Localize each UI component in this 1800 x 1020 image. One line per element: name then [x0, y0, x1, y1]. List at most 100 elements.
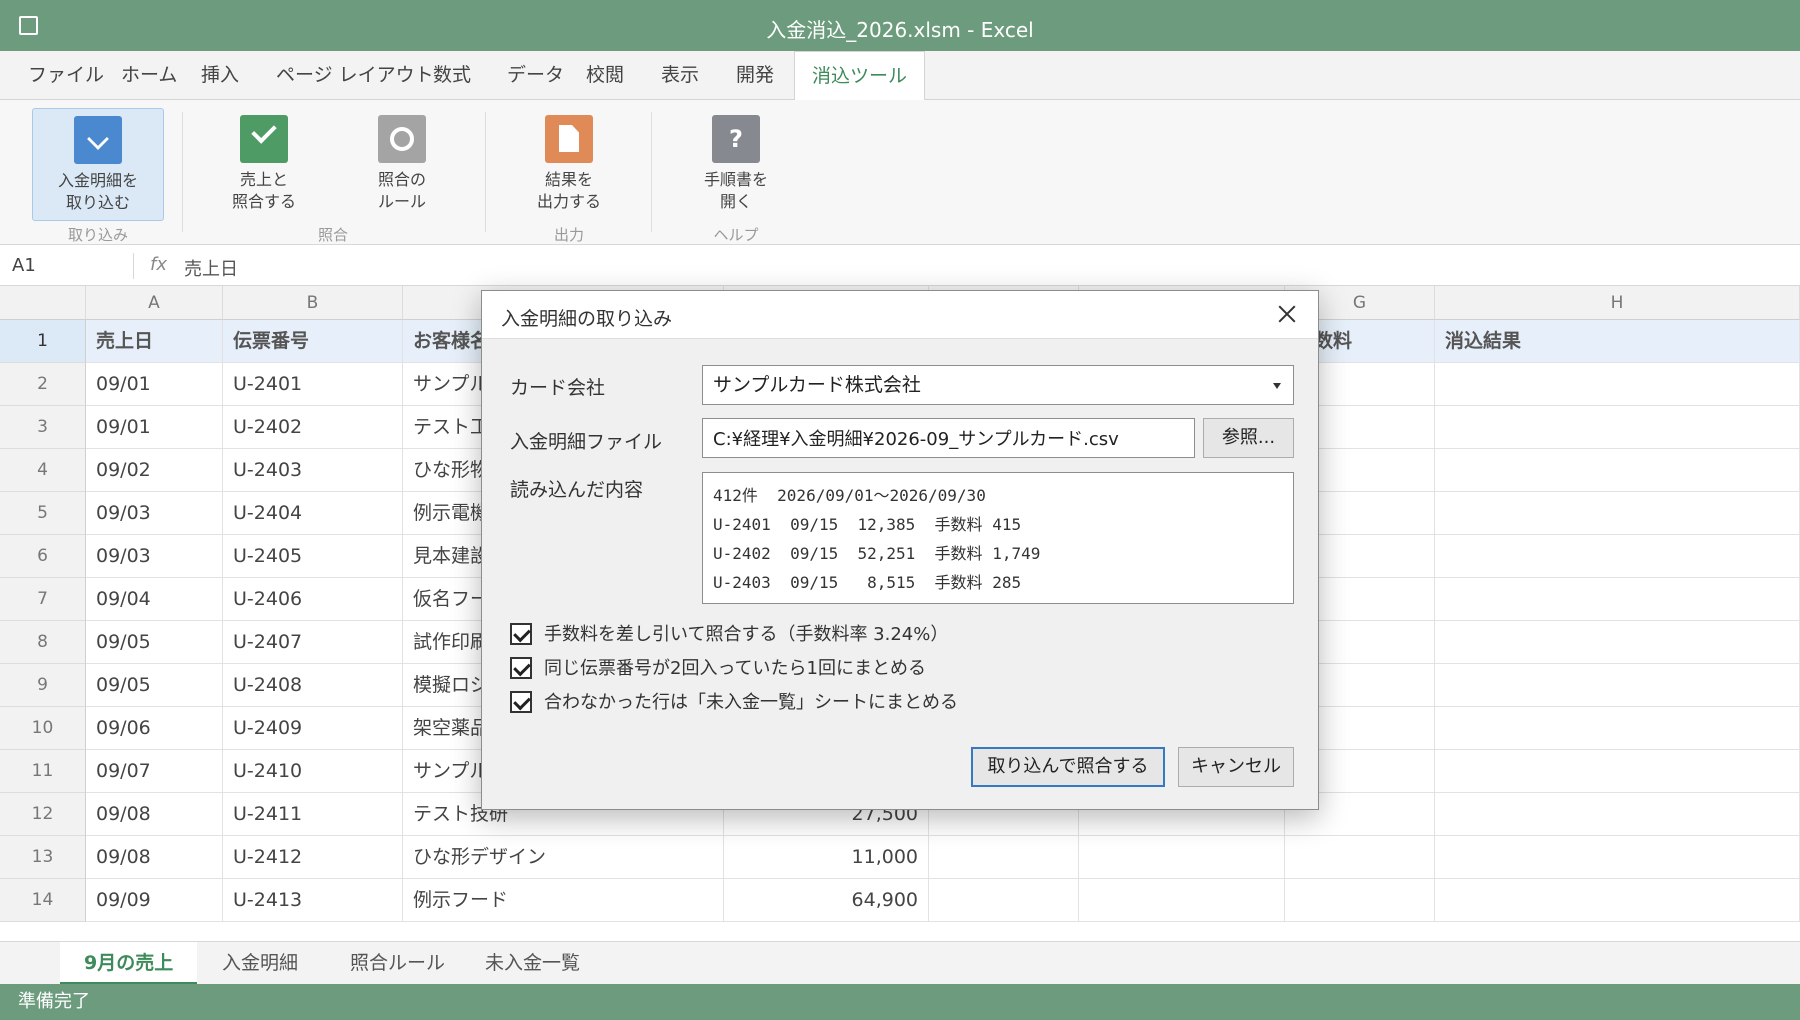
- sheet-tab-september-sales[interactable]: 9月の売上: [60, 942, 198, 985]
- column-header-b[interactable]: B: [223, 286, 403, 320]
- import-and-match-button[interactable]: 取り込んで照合する: [971, 747, 1165, 787]
- name-box[interactable]: A1: [12, 255, 36, 276]
- select-all-corner[interactable]: [0, 286, 86, 320]
- table-cell[interactable]: 09/04: [86, 578, 223, 621]
- row-header[interactable]: 2: [0, 363, 86, 406]
- browse-button[interactable]: 参照...: [1203, 418, 1294, 458]
- close-icon[interactable]: [1274, 301, 1300, 327]
- tab-page-layout[interactable]: ページ レイアウト: [268, 51, 442, 100]
- row-header[interactable]: 3: [0, 406, 86, 449]
- table-cell[interactable]: U-2412: [223, 836, 403, 879]
- table-cell[interactable]: 09/01: [86, 406, 223, 449]
- row-header[interactable]: 8: [0, 621, 86, 664]
- row-header[interactable]: 4: [0, 449, 86, 492]
- header-cell[interactable]: 売上日: [86, 320, 223, 363]
- tab-review[interactable]: 校閲: [578, 51, 632, 100]
- table-cell[interactable]: 09/07: [86, 750, 223, 793]
- table-cell[interactable]: U-2407: [223, 621, 403, 664]
- tab-view[interactable]: 表示: [653, 51, 707, 100]
- checkbox-checked-icon[interactable]: [510, 657, 532, 679]
- tab-file[interactable]: ファイル: [20, 51, 112, 100]
- table-cell[interactable]: [1435, 363, 1800, 406]
- table-cell[interactable]: [1285, 836, 1435, 879]
- row-header[interactable]: 5: [0, 492, 86, 535]
- checkbox-checked-icon[interactable]: [510, 691, 532, 713]
- table-cell[interactable]: [1435, 535, 1800, 578]
- tab-reconcile-tool[interactable]: 消込ツール: [794, 51, 926, 101]
- sheet-tab-unpaid-list[interactable]: 未入金一覧: [461, 942, 604, 985]
- table-cell[interactable]: 09/05: [86, 621, 223, 664]
- open-manual-button[interactable]: ? 手順書を 開く: [670, 108, 802, 221]
- tab-insert[interactable]: 挿入: [193, 51, 247, 100]
- table-cell[interactable]: [1079, 836, 1285, 879]
- row-header[interactable]: 10: [0, 707, 86, 750]
- table-cell[interactable]: 09/03: [86, 492, 223, 535]
- table-cell[interactable]: 09/05: [86, 664, 223, 707]
- table-cell[interactable]: [1435, 793, 1800, 836]
- statement-file-input[interactable]: [702, 418, 1195, 458]
- export-result-button[interactable]: 結果を 出力する: [503, 108, 635, 221]
- table-cell[interactable]: 09/09: [86, 879, 223, 922]
- table-cell[interactable]: U-2405: [223, 535, 403, 578]
- table-cell[interactable]: U-2408: [223, 664, 403, 707]
- table-cell[interactable]: 09/08: [86, 836, 223, 879]
- table-cell[interactable]: U-2410: [223, 750, 403, 793]
- table-cell[interactable]: 09/06: [86, 707, 223, 750]
- row-header[interactable]: 12: [0, 793, 86, 836]
- checkbox-checked-icon[interactable]: [510, 623, 532, 645]
- tab-developer[interactable]: 開発: [728, 51, 782, 100]
- card-company-select[interactable]: サンプルカード株式会社: [702, 365, 1294, 405]
- matching-rules-button[interactable]: 照合の ルール: [336, 108, 468, 221]
- table-cell[interactable]: U-2401: [223, 363, 403, 406]
- column-header-a[interactable]: A: [86, 286, 223, 320]
- table-cell[interactable]: U-2413: [223, 879, 403, 922]
- row-header[interactable]: 7: [0, 578, 86, 621]
- header-cell[interactable]: 消込結果: [1435, 320, 1800, 363]
- formula-input[interactable]: 売上日: [184, 255, 238, 281]
- row-header[interactable]: 11: [0, 750, 86, 793]
- table-cell[interactable]: 09/01: [86, 363, 223, 406]
- table-cell[interactable]: 64,900: [724, 879, 929, 922]
- row-header[interactable]: 13: [0, 836, 86, 879]
- table-cell[interactable]: 11,000: [724, 836, 929, 879]
- table-cell[interactable]: [1079, 879, 1285, 922]
- cancel-button[interactable]: キャンセル: [1178, 747, 1294, 787]
- tab-data[interactable]: データ: [499, 51, 572, 100]
- table-cell[interactable]: [1435, 664, 1800, 707]
- table-cell[interactable]: 09/03: [86, 535, 223, 578]
- table-cell[interactable]: [1435, 879, 1800, 922]
- table-cell[interactable]: U-2403: [223, 449, 403, 492]
- table-cell[interactable]: [929, 836, 1079, 879]
- row-header[interactable]: 14: [0, 879, 86, 922]
- table-cell[interactable]: U-2406: [223, 578, 403, 621]
- header-cell[interactable]: 伝票番号: [223, 320, 403, 363]
- fx-icon[interactable]: fx: [150, 254, 167, 275]
- row-header[interactable]: 1: [0, 320, 86, 363]
- table-cell[interactable]: [1435, 750, 1800, 793]
- table-cell[interactable]: [1435, 836, 1800, 879]
- table-cell[interactable]: 09/08: [86, 793, 223, 836]
- tab-home[interactable]: ホーム: [113, 51, 185, 100]
- table-cell[interactable]: [1435, 449, 1800, 492]
- table-cell[interactable]: [1285, 879, 1435, 922]
- table-cell[interactable]: [1435, 492, 1800, 535]
- table-cell[interactable]: U-2411: [223, 793, 403, 836]
- tab-formulas[interactable]: 数式: [425, 51, 479, 100]
- table-cell[interactable]: [1435, 707, 1800, 750]
- sheet-tab-matching-rules[interactable]: 照合ルール: [326, 942, 469, 985]
- match-sales-button[interactable]: 売上と 照合する: [198, 108, 330, 221]
- sheet-tab-payment-statement[interactable]: 入金明細: [198, 942, 322, 985]
- table-cell[interactable]: [1435, 406, 1800, 449]
- table-cell[interactable]: U-2404: [223, 492, 403, 535]
- column-header-h[interactable]: H: [1435, 286, 1800, 320]
- table-cell[interactable]: [1435, 621, 1800, 664]
- table-cell[interactable]: U-2402: [223, 406, 403, 449]
- row-header[interactable]: 9: [0, 664, 86, 707]
- table-cell[interactable]: U-2409: [223, 707, 403, 750]
- row-header[interactable]: 6: [0, 535, 86, 578]
- table-cell[interactable]: [929, 879, 1079, 922]
- table-cell[interactable]: [1435, 578, 1800, 621]
- import-statement-button[interactable]: 入金明細を 取り込む: [32, 108, 164, 221]
- table-cell[interactable]: 例示フード: [403, 879, 724, 922]
- table-cell[interactable]: 09/02: [86, 449, 223, 492]
